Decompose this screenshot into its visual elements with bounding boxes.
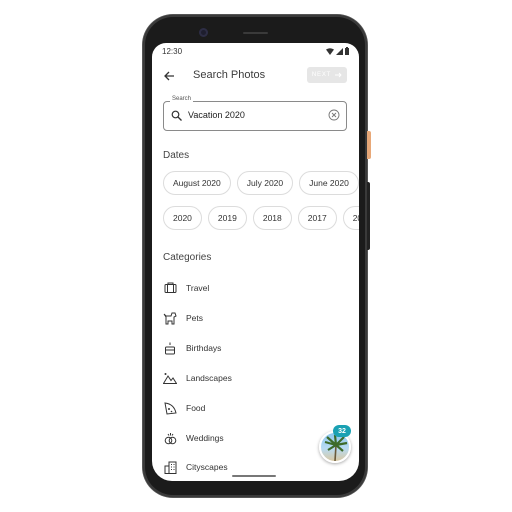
category-label: Birthdays: [186, 343, 222, 353]
rings-icon: [164, 432, 176, 444]
status-time: 12:30: [162, 47, 183, 56]
front-camera: [199, 28, 208, 37]
next-button[interactable]: NEXT: [307, 67, 347, 83]
palm-tree-photo: [324, 434, 348, 461]
power-button: [367, 131, 371, 159]
home-indicator[interactable]: [232, 475, 276, 477]
signal-icon: [336, 47, 343, 55]
mountain-icon: [163, 373, 177, 384]
search-label: Search: [170, 96, 194, 102]
month-chips: August 2020 July 2020 June 2020: [163, 171, 359, 195]
dates-heading: Dates: [163, 150, 190, 161]
search-value[interactable]: Vacation 2020: [188, 110, 245, 120]
chip-year[interactable]: 2019: [207, 206, 247, 230]
category-food[interactable]: Food: [163, 400, 205, 416]
chip-year[interactable]: 2020: [163, 206, 202, 230]
categories-heading: Categories: [163, 252, 212, 263]
year-chips: 2020 2019 2018 2017 2016: [163, 206, 359, 230]
chip-year[interactable]: 2018: [252, 206, 292, 230]
chip-year[interactable]: 2016: [342, 206, 359, 230]
category-label: Landscapes: [186, 373, 232, 383]
chip-month[interactable]: August 2020: [163, 171, 231, 195]
chip-year[interactable]: 2017: [297, 206, 337, 230]
selected-count-badge: 32: [333, 425, 351, 437]
wifi-icon: [326, 47, 334, 55]
search-icon: [171, 110, 182, 121]
category-pets[interactable]: Pets: [163, 310, 203, 326]
category-label: Weddings: [186, 433, 224, 443]
clear-circle-icon[interactable]: [328, 109, 340, 121]
status-icons: [326, 47, 349, 55]
dog-icon: [163, 312, 177, 324]
page-title: Search Photos: [193, 69, 266, 81]
earpiece-speaker: [243, 32, 268, 34]
pizza-icon: [163, 401, 177, 415]
search-input[interactable]: Search Vacation 2020: [163, 96, 347, 131]
arrow-back-icon[interactable]: [162, 69, 176, 83]
category-label: Food: [186, 403, 206, 413]
category-travel[interactable]: Travel: [163, 280, 209, 296]
arrow-forward-icon: [335, 72, 342, 78]
chip-month[interactable]: July 2020: [236, 171, 294, 195]
category-label: Travel: [186, 283, 210, 293]
volume-button: [367, 182, 370, 250]
next-button-label: NEXT: [311, 72, 332, 78]
buildings-icon: [164, 461, 176, 474]
category-landscapes[interactable]: Landscapes: [163, 370, 232, 386]
category-label: Pets: [186, 313, 204, 323]
cake-icon: [165, 342, 175, 354]
category-cityscapes[interactable]: Cityscapes: [163, 459, 228, 475]
chip-month[interactable]: June 2020: [299, 171, 359, 195]
battery-icon: [345, 47, 349, 55]
luggage-icon: [164, 282, 176, 293]
category-birthdays[interactable]: Birthdays: [163, 340, 221, 356]
category-weddings[interactable]: Weddings: [163, 430, 224, 446]
category-label: Cityscapes: [186, 462, 228, 472]
screen: 12:30 Search Photos NEXT Search Vacation…: [152, 43, 359, 481]
